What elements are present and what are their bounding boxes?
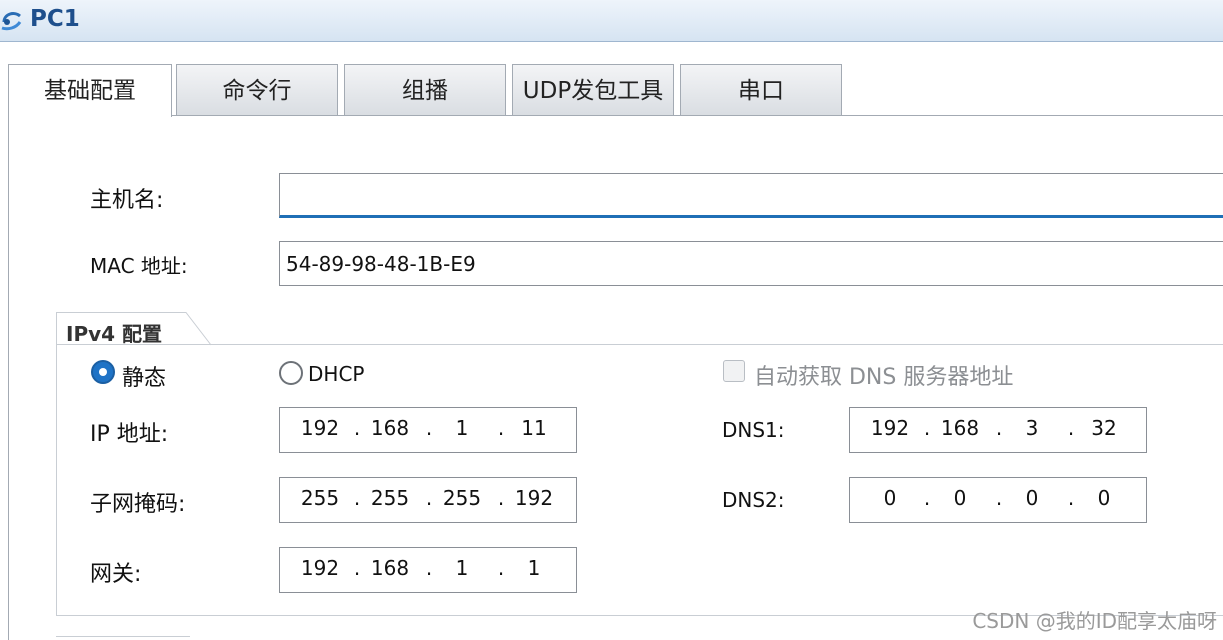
ipv4-group-title: IPv4 配置 xyxy=(66,322,163,346)
dns2-octet-1: 0 xyxy=(883,486,897,510)
tab-basic-config[interactable]: 基础配置 xyxy=(8,64,172,117)
gateway-label: 网关: xyxy=(90,562,142,587)
static-radio[interactable] xyxy=(91,360,115,384)
subnet-mask-label: 子网掩码: xyxy=(90,492,186,517)
dns1-input[interactable]: 192 . 168 . 3 . 32 xyxy=(849,407,1147,453)
hostname-label: 主机名: xyxy=(90,188,164,213)
dns2-octet-3: 0 xyxy=(1025,486,1039,510)
dns2-label: DNS2: xyxy=(722,488,785,512)
tab-serial[interactable]: 串口 xyxy=(680,64,842,116)
tab-command-line[interactable]: 命令行 xyxy=(176,64,338,116)
gateway-input[interactable]: 192 . 168 . 1 . 1 xyxy=(279,547,577,593)
dhcp-radio[interactable] xyxy=(279,361,303,385)
dns1-octet-1: 192 xyxy=(870,416,910,440)
ip-separator: . xyxy=(425,486,433,510)
dns1-octet-2: 168 xyxy=(940,416,980,440)
dns2-input[interactable]: 0 . 0 . 0 . 0 xyxy=(849,477,1147,523)
dns1-label: DNS1: xyxy=(722,418,785,442)
dns2-octet-2: 0 xyxy=(953,486,967,510)
next-group-edge xyxy=(56,636,190,640)
ip-octet-3: 1 xyxy=(455,416,469,440)
mask-octet-1: 255 xyxy=(300,486,340,510)
mask-octet-2: 255 xyxy=(370,486,410,510)
ip-separator: . xyxy=(353,416,361,440)
auto-dns-checkbox[interactable] xyxy=(723,360,745,382)
ip-separator: . xyxy=(353,486,361,510)
hostname-input[interactable] xyxy=(279,173,1223,218)
gateway-octet-4: 1 xyxy=(527,556,541,580)
pc-app-icon xyxy=(1,12,22,31)
ip-separator: . xyxy=(497,416,505,440)
gateway-octet-2: 168 xyxy=(370,556,410,580)
mac-label: MAC 地址: xyxy=(90,254,188,278)
gateway-octet-1: 192 xyxy=(300,556,340,580)
title-bar: PC1 xyxy=(0,0,1223,42)
ip-separator: . xyxy=(353,556,361,580)
ip-separator: . xyxy=(497,556,505,580)
tab-multicast[interactable]: 组播 xyxy=(344,64,506,116)
static-label: 静态 xyxy=(122,366,167,391)
ip-separator: . xyxy=(425,556,433,580)
mask-octet-3: 255 xyxy=(442,486,482,510)
mac-address-field[interactable]: 54-89-98-48-1B-E9 xyxy=(279,241,1223,286)
gateway-octet-3: 1 xyxy=(455,556,469,580)
ip-octet-4: 11 xyxy=(521,416,547,440)
mask-octet-4: 192 xyxy=(514,486,554,510)
ip-separator: . xyxy=(1067,416,1075,440)
ip-separator: . xyxy=(995,416,1003,440)
ip-separator: . xyxy=(497,486,505,510)
ip-octet-1: 192 xyxy=(300,416,340,440)
dns1-octet-3: 3 xyxy=(1025,416,1039,440)
window-title: PC1 xyxy=(30,6,80,32)
dhcp-label: DHCP xyxy=(308,362,365,386)
ip-separator: . xyxy=(1067,486,1075,510)
ip-separator: . xyxy=(995,486,1003,510)
tab-udp-tool[interactable]: UDP发包工具 xyxy=(512,64,674,116)
ip-address-label: IP 地址: xyxy=(90,422,169,447)
ip-octet-2: 168 xyxy=(370,416,410,440)
dns2-octet-4: 0 xyxy=(1097,486,1111,510)
ip-separator: . xyxy=(923,416,931,440)
ip-address-input[interactable]: 192 . 168 . 1 . 11 xyxy=(279,407,577,453)
ip-separator: . xyxy=(425,416,433,440)
auto-dns-label: 自动获取 DNS 服务器地址 xyxy=(754,365,1014,390)
ip-separator: . xyxy=(923,486,931,510)
subnet-mask-input[interactable]: 255 . 255 . 255 . 192 xyxy=(279,477,577,523)
dns1-octet-4: 32 xyxy=(1091,416,1117,440)
watermark: CSDN @我的ID配享太庙呀 xyxy=(972,609,1217,633)
